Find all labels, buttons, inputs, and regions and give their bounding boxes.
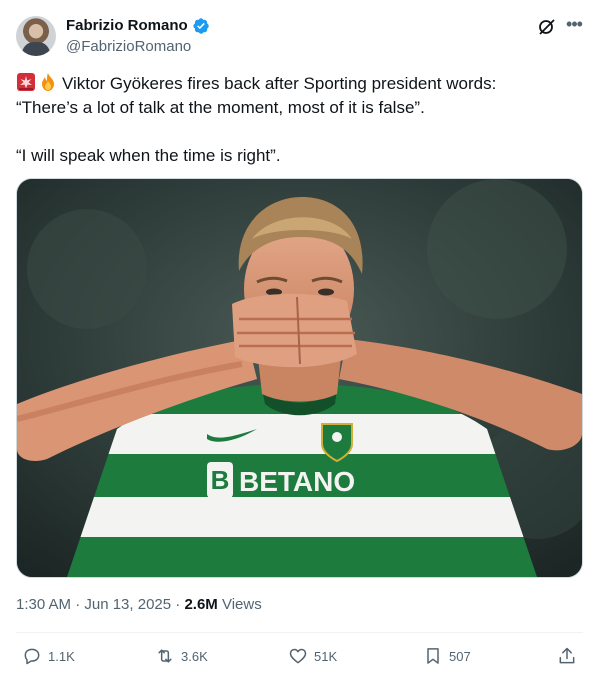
- timestamp[interactable]: 1:30 AM · Jun 13, 2025 ·: [16, 596, 184, 613]
- more-options-icon[interactable]: •••: [563, 15, 585, 37]
- bookmark-count: 507: [449, 648, 471, 664]
- tweet-meta: 1:30 AM · Jun 13, 2025 · 2.6M Views: [16, 595, 262, 615]
- heart-icon: [289, 648, 307, 664]
- repost-button[interactable]: 3.6K: [155, 645, 208, 667]
- siren-emoji-icon: [17, 73, 35, 91]
- author-name-row: Fabrizio Romano: [66, 16, 210, 36]
- avatar[interactable]: [16, 16, 56, 56]
- divider: [16, 632, 583, 633]
- tweet-text-line-1: Viktor Gyökeres fires back after Sportin…: [62, 74, 497, 93]
- reply-button[interactable]: 1.1K: [22, 645, 75, 667]
- views-count: 2.6M: [184, 596, 218, 613]
- tweet-text: Viktor Gyökeres fires back after Sportin…: [16, 72, 576, 168]
- reply-count: 1.1K: [48, 648, 75, 664]
- sponsor-letter: B: [211, 465, 230, 495]
- bookmark-icon: [427, 648, 439, 664]
- tweet-line-1: Viktor Gyökeres fires back after Sportin…: [16, 72, 576, 96]
- author-handle[interactable]: @FabrizioRomano: [66, 37, 191, 57]
- grok-icon[interactable]: [537, 17, 557, 37]
- bookmark-button[interactable]: 507: [423, 645, 471, 667]
- like-button[interactable]: 51K: [288, 645, 337, 667]
- repost-count: 3.6K: [181, 648, 208, 664]
- share-button[interactable]: [557, 645, 577, 667]
- sponsor-logo: B BETANO: [207, 462, 355, 498]
- like-count: 51K: [314, 648, 338, 664]
- player-photo: B BETANO: [17, 179, 582, 577]
- tweet-photo[interactable]: B BETANO: [16, 178, 583, 578]
- repost-icon: [158, 649, 172, 663]
- sponsor-text: BETANO: [239, 466, 355, 497]
- verified-badge-icon: [193, 18, 209, 34]
- views-label: Views: [217, 596, 262, 613]
- tweet-line-2: “There’s a lot of talk at the moment, mo…: [16, 98, 425, 117]
- author-display-name[interactable]: Fabrizio Romano: [66, 16, 188, 36]
- tweet-line-3: “I will speak when the time is right”.: [16, 146, 281, 165]
- reply-icon: [24, 648, 40, 665]
- share-icon: [559, 647, 575, 664]
- tweet-card[interactable]: Fabrizio Romano @FabrizioRomano ••• Vikt…: [0, 0, 599, 680]
- fire-emoji-icon: [42, 73, 54, 91]
